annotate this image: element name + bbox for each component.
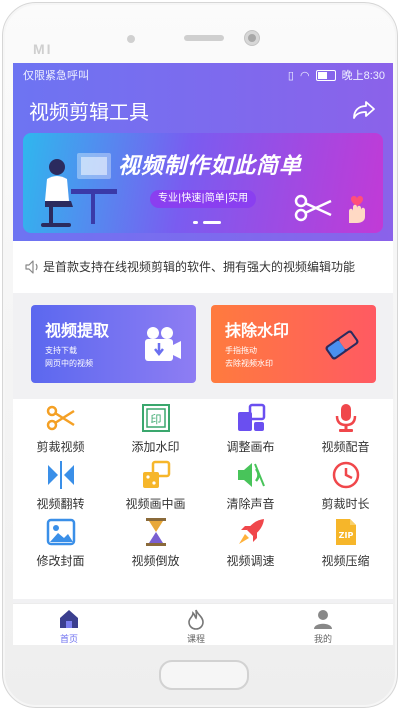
tool-label: 视频压缩 (321, 554, 370, 568)
tool-label: 剪裁时长 (321, 497, 370, 511)
tab-label: 我的 (313, 635, 332, 645)
picture-in-picture-icon (142, 460, 170, 488)
feature-subtitle-line1: 支持下载 (45, 346, 77, 355)
tool-flip-video[interactable]: 视频翻转 (13, 460, 108, 515)
bottom-tab-bar: 首页 课程 我的 (13, 603, 393, 645)
status-time: 晚上8:30 (341, 70, 385, 82)
tool-label: 添加水印 (131, 440, 180, 454)
battery-icon (315, 69, 336, 81)
carrier-text: 仅限紧急呼叫 (23, 70, 89, 82)
tool-label: 清除声音 (226, 497, 275, 511)
hourglass-icon (145, 518, 166, 546)
feature-title: 视频提取 (45, 321, 110, 340)
banner-pagination[interactable] (193, 221, 221, 224)
scissors-icon (46, 405, 75, 431)
banner-tags: 专业|快速|简单|实用 (150, 190, 257, 208)
microphone-icon (335, 404, 356, 432)
status-icons: ▯ ◠ 晚上8:30 (288, 67, 385, 83)
flame-icon (188, 609, 204, 630)
promo-banner[interactable]: 视频制作如此简单 专业|快速|简单|实用 (23, 133, 383, 233)
svg-text:印: 印 (150, 413, 161, 426)
banner-dot-2[interactable] (203, 221, 221, 224)
tool-clear-sound[interactable]: 清除声音 (203, 460, 298, 515)
brand-logo: MI (33, 41, 53, 57)
tool-compress-video[interactable]: ZIP 视频压缩 (298, 517, 393, 572)
tool-label: 剪裁视频 (36, 440, 85, 454)
remove-watermark-card[interactable]: 抹除水印 手指拖动 去除视频水印 (211, 305, 376, 383)
tool-label: 视频画中画 (125, 497, 186, 511)
wifi-icon: ◠ (299, 69, 310, 82)
proximity-sensor (127, 35, 135, 43)
clock-icon (332, 461, 359, 489)
tool-label: 视频配音 (321, 440, 370, 454)
watermark-icon: 印 (141, 404, 170, 432)
feature-subtitle-line2: 网页中的视频 (45, 359, 93, 368)
home-icon (60, 610, 78, 628)
eraser-icon (325, 330, 359, 360)
tab-label: 首页 (59, 635, 78, 645)
tool-label: 视频翻转 (36, 497, 85, 511)
video-camera-download-icon (145, 327, 181, 361)
page-title: 视频剪辑工具 (29, 102, 149, 124)
tab-profile[interactable]: 我的 (293, 606, 353, 645)
screen: 仅限紧急呼叫 ▯ ◠ 晚上8:30 视频剪辑工具 视频制作如此简单 专业|快速|… (13, 63, 393, 645)
earpiece (184, 35, 224, 41)
tool-speed-adjust[interactable]: 视频调速 (203, 517, 298, 572)
heart-hand-illustration (349, 196, 365, 223)
banner-title: 视频制作如此简单 (118, 153, 303, 178)
canvas-icon (237, 403, 265, 431)
tools-grid: 剪裁视频 印 添加水印 调整画布 视频配音 视频翻转 视频画中画 清除声音 剪裁… (13, 399, 393, 599)
status-bar: 仅限紧急呼叫 ▯ ◠ 晚上8:30 (13, 63, 393, 85)
tab-home[interactable]: 首页 (39, 606, 99, 645)
tool-trim-duration[interactable]: 剪裁时长 (298, 460, 393, 515)
tool-adjust-canvas[interactable]: 调整画布 (203, 403, 298, 458)
speaker-icon (25, 260, 38, 274)
video-extract-card[interactable]: 视频提取 支持下载 网页中的视频 (31, 305, 196, 383)
feature-subtitle-line2: 去除视频水印 (225, 359, 273, 368)
feature-title: 抹除水印 (225, 321, 290, 340)
tool-label: 视频调速 (226, 554, 275, 568)
tab-courses[interactable]: 课程 (166, 606, 226, 645)
tool-picture-in-picture[interactable]: 视频画中画 (108, 460, 203, 515)
tool-change-cover[interactable]: 修改封面 (13, 517, 108, 572)
share-icon[interactable] (351, 97, 377, 123)
tool-voice-over[interactable]: 视频配音 (298, 403, 393, 458)
person-at-desk-illustration (41, 153, 117, 227)
flip-icon (47, 461, 74, 489)
notice-text: 是首款支持在线视频剪辑的软件、拥有强大的视频编辑功能 (43, 260, 356, 274)
tool-reverse-video[interactable]: 视频倒放 (108, 517, 203, 572)
scissors-illustration (294, 194, 332, 222)
app-bar: 视频剪辑工具 (13, 89, 393, 129)
feature-subtitle-line1: 手指拖动 (225, 346, 257, 355)
banner-dot-1[interactable] (193, 221, 198, 224)
rocket-icon (238, 519, 264, 544)
notice-bar: 是首款支持在线视频剪辑的软件、拥有强大的视频编辑功能 (13, 241, 393, 293)
user-icon (314, 610, 332, 629)
zip-icon: ZIP (335, 519, 356, 545)
vibrate-icon: ▯ (287, 69, 294, 82)
tool-label: 视频倒放 (131, 554, 180, 568)
front-camera (244, 30, 260, 46)
tool-add-watermark[interactable]: 印 添加水印 (108, 403, 203, 458)
mute-speaker-icon (237, 463, 265, 487)
hardware-home-button[interactable] (159, 660, 249, 690)
tool-cut-video[interactable]: 剪裁视频 (13, 403, 108, 458)
svg-text:ZIP: ZIP (338, 531, 353, 540)
image-icon (46, 518, 75, 546)
tool-label: 调整画布 (226, 440, 275, 454)
tool-label: 修改封面 (36, 554, 85, 568)
tab-label: 课程 (186, 635, 205, 645)
phone-frame: MI 仅限紧急呼叫 ▯ ◠ 晚上8:30 视频剪辑工具 视频制作如此简单 专业|… (2, 2, 398, 708)
